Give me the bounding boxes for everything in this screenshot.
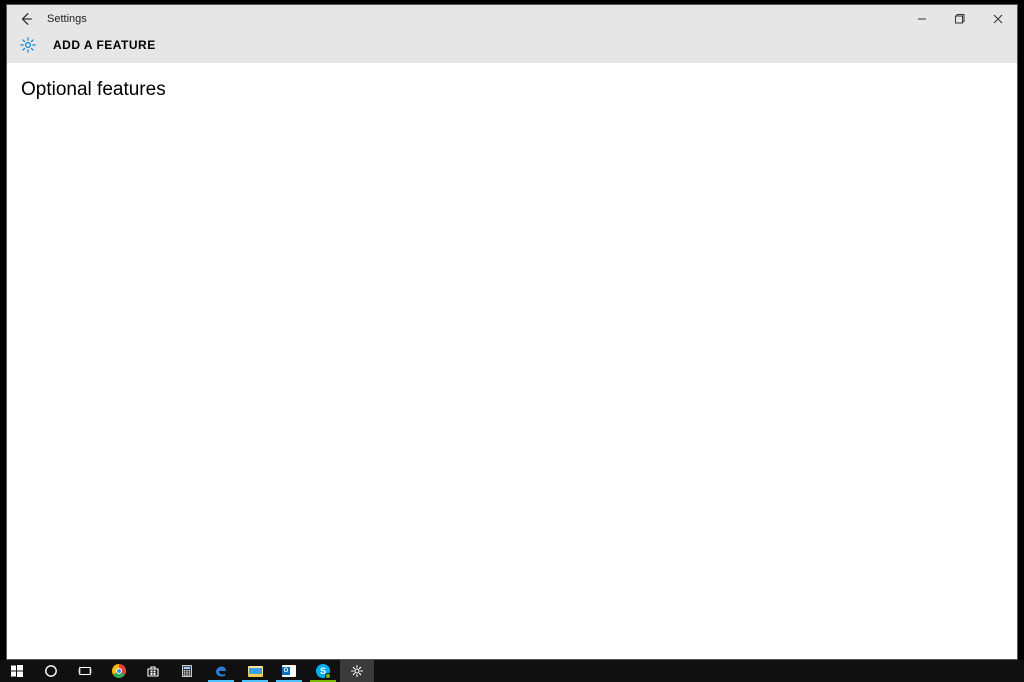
taskview-icon — [78, 664, 92, 678]
close-button[interactable] — [979, 5, 1017, 33]
calculator-button[interactable] — [170, 660, 204, 682]
chrome-button[interactable] — [102, 660, 136, 682]
store-icon — [146, 664, 160, 678]
arrow-left-icon — [19, 12, 33, 26]
chrome-icon — [112, 664, 126, 678]
store-button[interactable] — [136, 660, 170, 682]
minimize-icon — [916, 13, 928, 25]
edge-icon — [214, 664, 228, 678]
settings-taskbar-button[interactable] — [340, 660, 374, 682]
close-icon — [992, 13, 1004, 25]
outlook-button[interactable]: O — [272, 660, 306, 682]
back-button[interactable] — [7, 5, 45, 33]
settings-gear — [17, 34, 39, 56]
gear-icon — [350, 664, 364, 678]
minimize-button[interactable] — [903, 5, 941, 33]
maximize-button[interactable] — [941, 5, 979, 33]
page-heading: Optional features — [21, 79, 1017, 101]
skype-icon: S — [316, 664, 330, 678]
outlook-icon: O — [282, 665, 296, 677]
window-controls — [903, 5, 1017, 33]
titlebar: Settings — [7, 5, 1017, 33]
restore-icon — [954, 13, 966, 25]
subheader-title: ADD A FEATURE — [39, 38, 156, 52]
cortana-button[interactable] — [34, 660, 68, 682]
windows-icon — [10, 664, 24, 678]
content-area: Optional features — [7, 63, 1017, 659]
file-explorer-button[interactable] — [238, 660, 272, 682]
folder-icon — [248, 666, 263, 677]
window-title: Settings — [45, 13, 87, 25]
edge-button[interactable] — [204, 660, 238, 682]
taskbar: O S — [0, 660, 1024, 682]
skype-button[interactable]: S — [306, 660, 340, 682]
start-button[interactable] — [0, 660, 34, 682]
gear-icon — [19, 36, 37, 54]
settings-window: Settings — [6, 4, 1018, 660]
circle-icon — [44, 664, 58, 678]
calculator-icon — [180, 664, 194, 678]
taskview-button[interactable] — [68, 660, 102, 682]
subheader: ADD A FEATURE — [7, 33, 1017, 63]
